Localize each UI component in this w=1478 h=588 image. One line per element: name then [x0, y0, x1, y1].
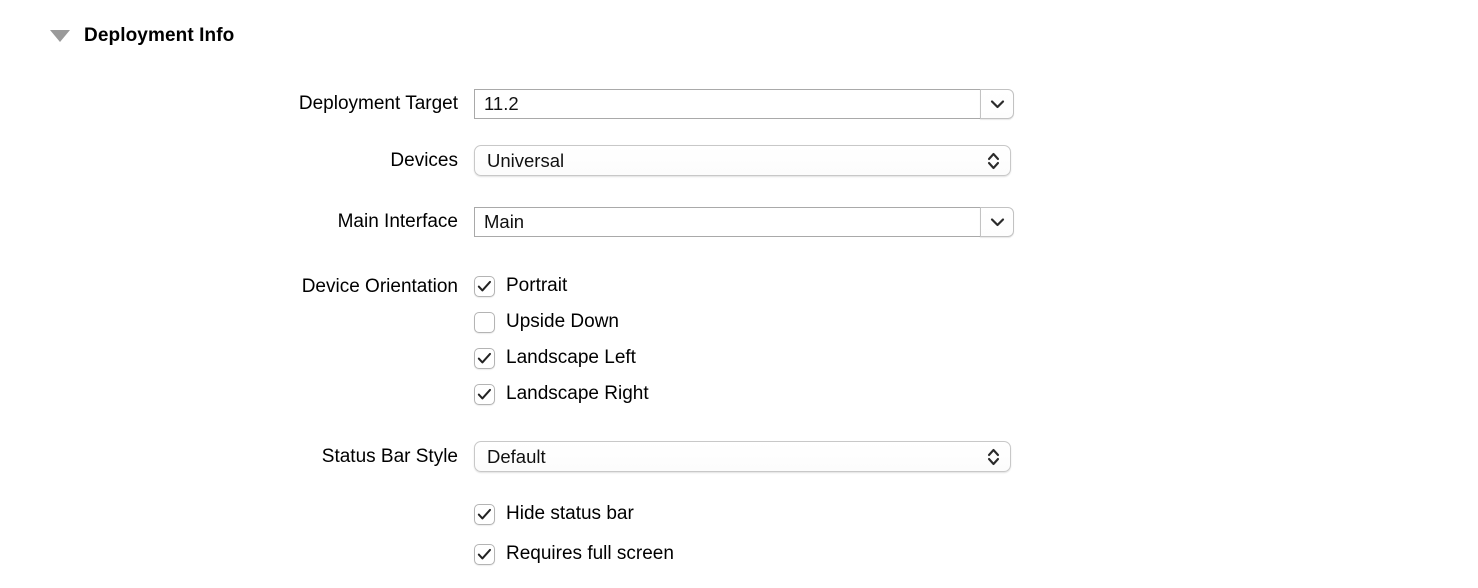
row-devices: Devices Universal — [0, 145, 1011, 176]
checkmark-icon — [477, 548, 491, 559]
devices-label: Devices — [390, 149, 458, 171]
checkmark-icon — [477, 388, 491, 399]
devices-value: Universal — [487, 149, 565, 171]
status-bar-style-value: Default — [487, 445, 546, 467]
chevron-up-down-icon — [976, 447, 1010, 467]
checkbox-requires-full-screen[interactable] — [474, 543, 495, 565]
checkbox-landscape-left[interactable] — [474, 347, 495, 369]
section-title: Deployment Info — [84, 25, 235, 46]
checkbox-row-upside-down[interactable]: Upside Down — [474, 311, 619, 333]
checkbox-label-landscape-right: Landscape Right — [506, 383, 649, 404]
checkbox-upside-down[interactable] — [474, 311, 495, 333]
status-bar-style-label: Status Bar Style — [321, 445, 458, 467]
checkbox-row-requires-full-screen[interactable]: Requires full screen — [474, 543, 674, 565]
checkbox-label-landscape-left: Landscape Left — [506, 347, 636, 368]
checkbox-row-landscape-left[interactable]: Landscape Left — [474, 347, 636, 369]
checkbox-label-hide-status-bar: Hide status bar — [506, 503, 634, 524]
row-status-bar-style: Status Bar Style Default — [0, 441, 1011, 472]
chevron-down-icon[interactable] — [980, 89, 1014, 119]
main-interface-combobox[interactable]: Main — [474, 207, 1014, 237]
device-orientation-label: Device Orientation — [301, 276, 458, 297]
checkbox-hide-status-bar[interactable] — [474, 503, 495, 525]
checkbox-label-upside-down: Upside Down — [506, 311, 619, 332]
checkbox-row-hide-status-bar[interactable]: Hide status bar — [474, 503, 634, 525]
checkbox-row-landscape-right[interactable]: Landscape Right — [474, 383, 649, 405]
checkmark-icon — [477, 352, 491, 363]
checkmark-icon — [477, 280, 491, 291]
deployment-target-label: Deployment Target — [298, 93, 458, 114]
deployment-target-combobox[interactable]: 11.2 — [474, 89, 1014, 119]
section-header[interactable]: Deployment Info — [0, 18, 234, 54]
main-interface-label: Main Interface — [337, 211, 458, 232]
deployment-target-value[interactable]: 11.2 — [474, 89, 980, 119]
checkbox-row-portrait[interactable]: Portrait — [474, 275, 567, 297]
chevron-up-down-icon — [976, 151, 1010, 171]
checkbox-portrait[interactable] — [474, 275, 495, 297]
checkbox-landscape-right[interactable] — [474, 383, 495, 405]
chevron-down-icon[interactable] — [980, 207, 1014, 237]
checkbox-label-portrait: Portrait — [506, 275, 568, 296]
devices-popup-button[interactable]: Universal — [474, 145, 1011, 176]
status-bar-style-popup-button[interactable]: Default — [474, 441, 1011, 472]
checkbox-label-requires-full-screen: Requires full screen — [506, 543, 674, 564]
triangle-down-icon[interactable] — [50, 30, 70, 42]
row-main-interface: Main Interface Main — [0, 207, 1014, 237]
row-deployment-target: Deployment Target 11.2 — [0, 89, 1014, 119]
main-interface-value[interactable]: Main — [474, 207, 980, 237]
checkmark-icon — [477, 508, 491, 519]
